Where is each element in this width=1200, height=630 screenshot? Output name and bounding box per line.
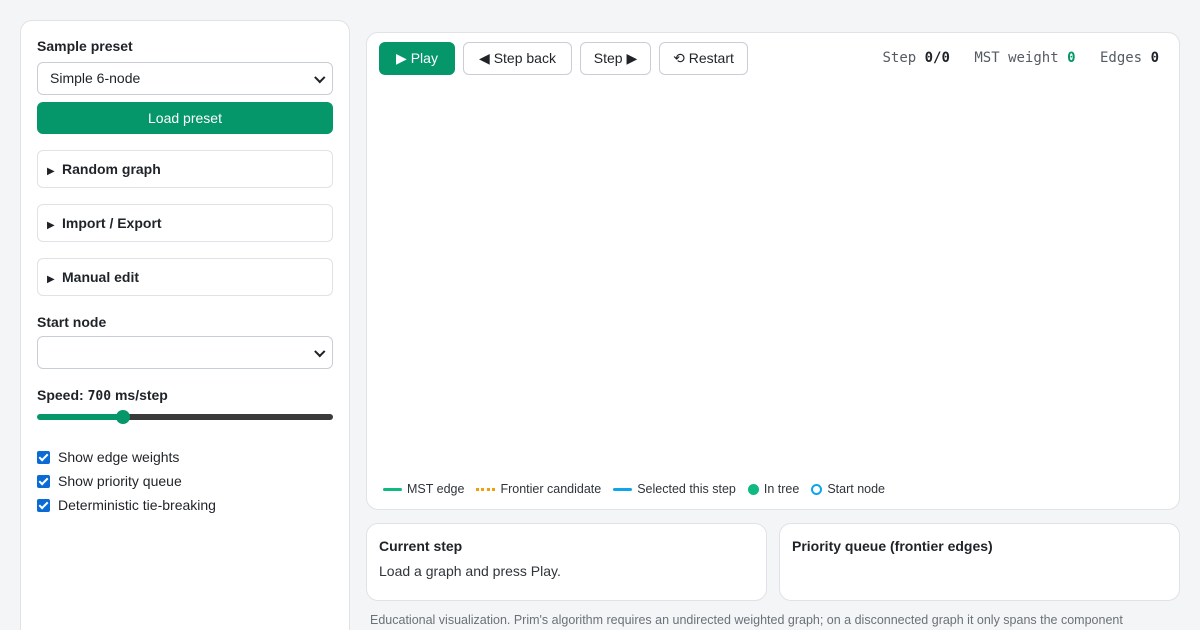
speed-slider[interactable] xyxy=(37,410,333,424)
step-back-button[interactable]: ◀ Step back xyxy=(463,42,572,75)
legend-frontier: Frontier candidate xyxy=(476,482,601,496)
legend-frontier-label: Frontier candidate xyxy=(500,482,602,496)
speed-unit: ms/step xyxy=(114,387,168,403)
mst-edge-swatch-icon xyxy=(383,487,402,491)
show-priority-queue-label: Show priority queue xyxy=(58,473,182,489)
preset-select[interactable]: Simple 6-node xyxy=(37,62,333,95)
mst-weight-label: MST weight xyxy=(974,50,1059,66)
deterministic-tie-breaking-label: Deterministic tie-breaking xyxy=(58,497,216,513)
legend-start-node-label: Start node xyxy=(827,482,886,496)
import-export-label: Import / Export xyxy=(62,215,162,231)
in-tree-dot-icon xyxy=(747,483,759,495)
priority-queue-panel: Priority queue (frontier edges) xyxy=(779,523,1180,601)
selected-swatch-icon xyxy=(613,487,633,491)
stats-readout: Step 0/0 MST weight 0 Edges 0 xyxy=(882,50,1159,66)
edges-value: 0 xyxy=(1150,50,1159,66)
speed-slider-track xyxy=(123,414,333,420)
manual-edit-toggle[interactable]: ▶ Manual edit xyxy=(37,258,333,296)
import-export-toggle[interactable]: ▶ Import / Export xyxy=(37,204,333,242)
random-graph-label: Random graph xyxy=(62,161,161,177)
graph-canvas-panel: ▶ Play ◀ Step back Step ▶ ⟲ Restart Step… xyxy=(366,32,1180,510)
deterministic-tie-breaking-checkbox[interactable]: Deterministic tie-breaking xyxy=(37,496,216,514)
frontier-swatch-icon xyxy=(476,487,496,491)
current-step-title: Current step xyxy=(379,538,463,554)
speed-slider-fill xyxy=(37,414,123,420)
current-step-panel: Current step Load a graph and press Play… xyxy=(366,523,767,601)
start-node-select[interactable] xyxy=(37,336,333,369)
mst-weight-value: 0 xyxy=(1067,50,1076,66)
priority-queue-title: Priority queue (frontier edges) xyxy=(792,538,993,554)
checkbox-checked-icon[interactable] xyxy=(37,499,50,512)
restart-button[interactable]: ⟲ Restart xyxy=(659,42,748,75)
speed-value: 700 xyxy=(87,389,112,404)
disclosure-triangle-icon: ▶ xyxy=(47,274,55,285)
speed-label: Speed: 700 ms/step xyxy=(37,387,168,404)
start-node-label: Start node xyxy=(37,314,107,330)
speed-slider-thumb[interactable] xyxy=(116,410,130,424)
checkbox-checked-icon[interactable] xyxy=(37,475,50,488)
chevron-down-icon xyxy=(314,346,326,358)
legend-mst-edge: MST edge xyxy=(383,482,464,496)
legend: MST edge Frontier candidate Selected thi… xyxy=(383,482,897,496)
preset-label: Sample preset xyxy=(37,38,133,54)
step-value: 0/0 xyxy=(924,50,950,66)
play-button[interactable]: ▶ Play xyxy=(379,42,455,75)
legend-start-node: Start node xyxy=(811,482,885,496)
speed-label-text: Speed: xyxy=(37,387,84,403)
load-preset-button[interactable]: Load preset xyxy=(37,102,333,134)
show-priority-queue-checkbox[interactable]: Show priority queue xyxy=(37,472,182,490)
step-label: Step xyxy=(882,50,917,66)
chevron-down-icon xyxy=(314,72,326,84)
edges-label: Edges xyxy=(1099,50,1143,66)
manual-edit-label: Manual edit xyxy=(62,269,140,285)
preset-select-value: Simple 6-node xyxy=(50,70,141,86)
current-step-text: Load a graph and press Play. xyxy=(379,563,561,579)
legend-mst-edge-label: MST edge xyxy=(407,482,465,496)
legend-selected-label: Selected this step xyxy=(637,482,736,496)
step-forward-button[interactable]: Step ▶ xyxy=(580,42,651,75)
sidebar: Sample preset Simple 6-node Load preset … xyxy=(20,20,350,630)
start-node-ring-icon xyxy=(811,483,823,495)
show-edge-weights-label: Show edge weights xyxy=(58,449,180,465)
legend-in-tree-label: In tree xyxy=(763,482,800,496)
footnote: Educational visualization. Prim's algori… xyxy=(370,613,1123,627)
show-edge-weights-checkbox[interactable]: Show edge weights xyxy=(37,448,179,466)
checkbox-checked-icon[interactable] xyxy=(37,451,50,464)
legend-selected: Selected this step xyxy=(613,482,736,496)
disclosure-triangle-icon: ▶ xyxy=(47,220,55,231)
disclosure-triangle-icon: ▶ xyxy=(47,166,55,177)
random-graph-toggle[interactable]: ▶ Random graph xyxy=(37,150,333,188)
legend-in-tree: In tree xyxy=(747,482,800,496)
